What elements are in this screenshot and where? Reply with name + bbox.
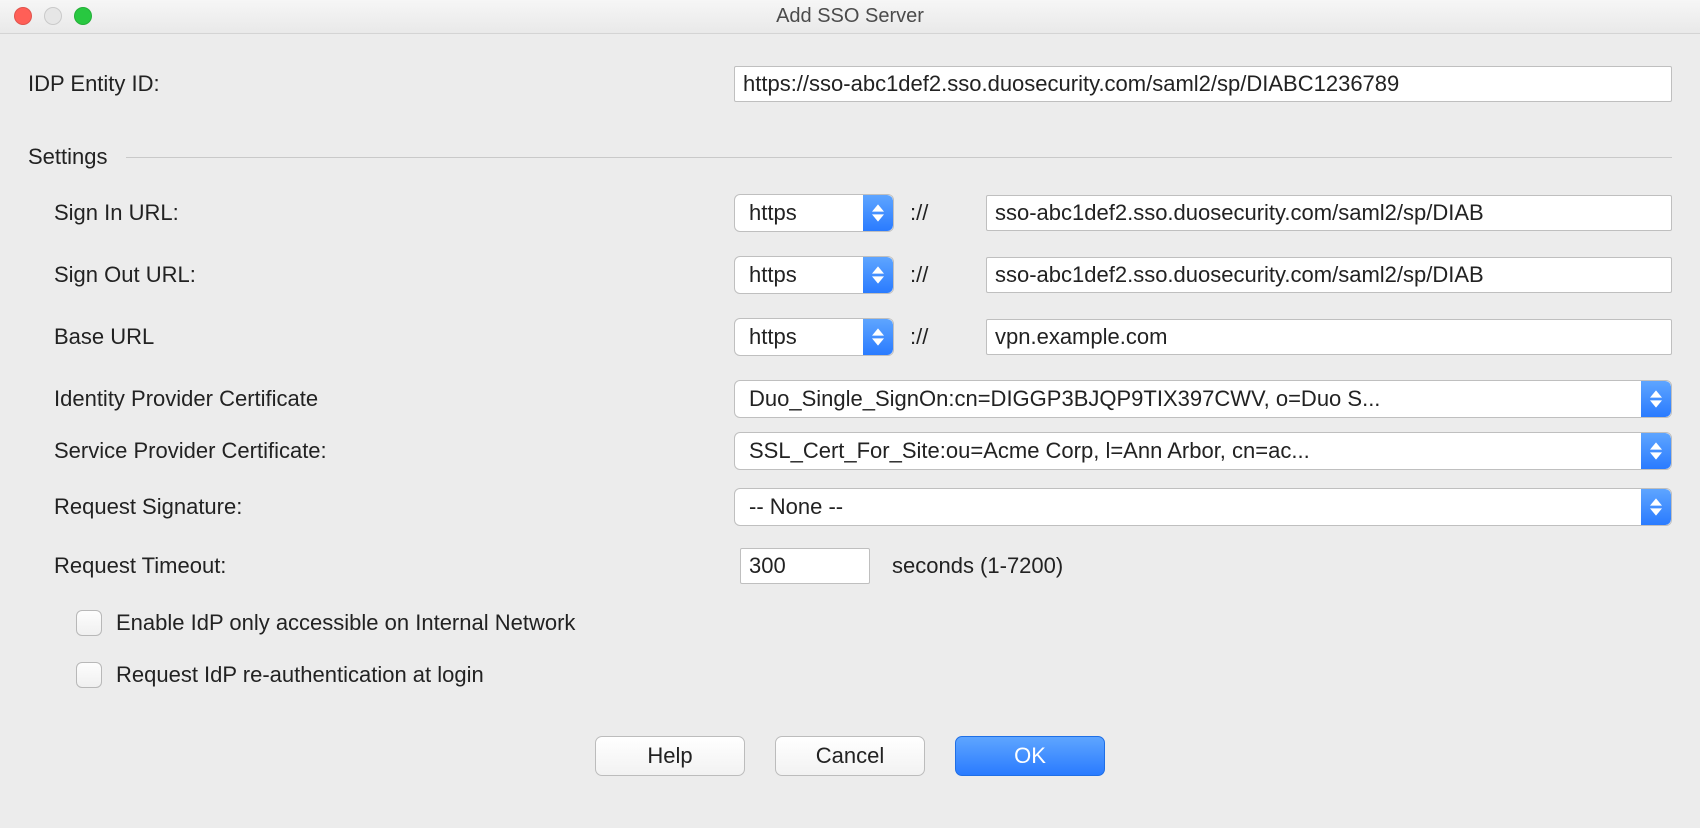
idp-cert-row: Identity Provider Certificate Duo_Single… (28, 380, 1672, 418)
request-signature-select[interactable]: -- None -- (734, 488, 1672, 526)
request-reauth-checkbox[interactable] (76, 662, 102, 688)
request-reauth-row: Request IdP re-authentication at login (28, 662, 1672, 688)
sign-in-url-row: Sign In URL: https :// (28, 194, 1672, 232)
request-timeout-label: Request Timeout: (28, 553, 728, 579)
sign-out-url-label: Sign Out URL: (28, 262, 728, 288)
window-title: Add SSO Server (776, 5, 924, 28)
sp-cert-select[interactable]: SSL_Cert_For_Site:ou=Acme Corp, l=Ann Ar… (734, 432, 1672, 470)
base-url-row: Base URL https :// (28, 318, 1672, 356)
request-signature-row: Request Signature: -- None -- (28, 488, 1672, 526)
request-signature-value: -- None -- (749, 494, 843, 520)
close-icon[interactable] (14, 7, 32, 25)
base-scheme-select[interactable]: https (734, 318, 894, 356)
base-scheme-value: https (749, 324, 797, 350)
sign-out-separator: :// (900, 262, 980, 288)
idp-entity-label: IDP Entity ID: (28, 71, 728, 97)
idp-cert-value: Duo_Single_SignOn:cn=DIGGP3BJQP9TIX397CW… (749, 386, 1380, 412)
sign-in-separator: :// (900, 200, 980, 226)
sign-out-host-input[interactable] (986, 257, 1672, 293)
ok-button[interactable]: OK (955, 736, 1105, 776)
chevron-updown-icon (863, 257, 893, 293)
minimize-icon[interactable] (44, 7, 62, 25)
chevron-updown-icon (1641, 381, 1671, 417)
sign-out-scheme-select[interactable]: https (734, 256, 894, 294)
idp-cert-label: Identity Provider Certificate (28, 386, 728, 412)
chevron-updown-icon (1641, 433, 1671, 469)
settings-legend: Settings (28, 144, 1672, 170)
enable-internal-label: Enable IdP only accessible on Internal N… (116, 610, 575, 636)
help-button[interactable]: Help (595, 736, 745, 776)
sign-out-scheme-value: https (749, 262, 797, 288)
sign-in-url-label: Sign In URL: (28, 200, 728, 226)
request-timeout-input[interactable] (740, 548, 870, 584)
request-timeout-row: Request Timeout: seconds (1-7200) (28, 548, 1672, 584)
sign-in-scheme-select[interactable]: https (734, 194, 894, 232)
sign-in-host-input[interactable] (986, 195, 1672, 231)
idp-entity-input[interactable] (734, 66, 1672, 102)
sign-in-scheme-value: https (749, 200, 797, 226)
request-signature-label: Request Signature: (28, 494, 728, 520)
base-separator: :// (900, 324, 980, 350)
request-reauth-label: Request IdP re-authentication at login (116, 662, 484, 688)
enable-internal-checkbox[interactable] (76, 610, 102, 636)
cancel-button[interactable]: Cancel (775, 736, 925, 776)
window-controls (14, 7, 92, 25)
titlebar: Add SSO Server (0, 0, 1700, 34)
sp-cert-label: Service Provider Certificate: (28, 438, 728, 464)
sign-out-url-row: Sign Out URL: https :// (28, 256, 1672, 294)
base-host-input[interactable] (986, 319, 1672, 355)
enable-internal-row: Enable IdP only accessible on Internal N… (28, 610, 1672, 636)
chevron-updown-icon (1641, 489, 1671, 525)
sp-cert-value: SSL_Cert_For_Site:ou=Acme Corp, l=Ann Ar… (749, 438, 1310, 464)
request-timeout-suffix: seconds (1-7200) (892, 553, 1672, 579)
divider (126, 157, 1673, 158)
idp-entity-row: IDP Entity ID: (28, 66, 1672, 102)
idp-cert-select[interactable]: Duo_Single_SignOn:cn=DIGGP3BJQP9TIX397CW… (734, 380, 1672, 418)
sp-cert-row: Service Provider Certificate: SSL_Cert_F… (28, 432, 1672, 470)
zoom-icon[interactable] (74, 7, 92, 25)
base-url-label: Base URL (28, 324, 728, 350)
dialog-button-row: Help Cancel OK (28, 736, 1672, 776)
chevron-updown-icon (863, 319, 893, 355)
settings-legend-label: Settings (28, 144, 108, 170)
chevron-updown-icon (863, 195, 893, 231)
